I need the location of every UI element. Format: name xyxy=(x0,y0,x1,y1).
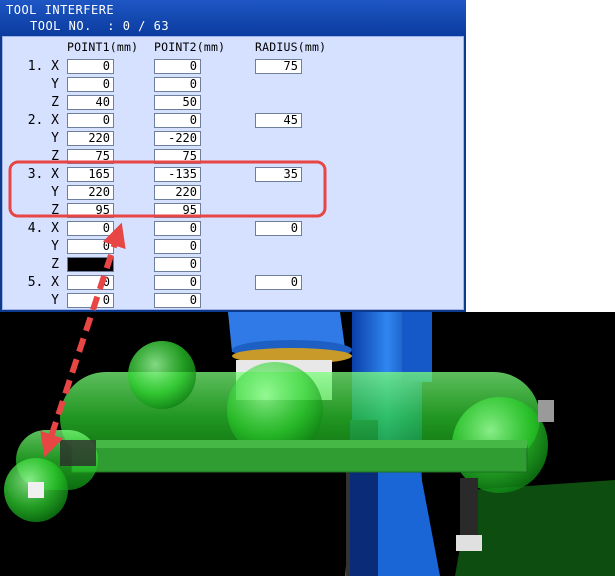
row-label: 5. X xyxy=(27,275,59,290)
robot-3d-view[interactable] xyxy=(0,312,615,576)
tool-number-label: TOOL NO. : 0 / 63 xyxy=(30,19,170,33)
row-label: Z xyxy=(51,149,59,164)
row-label: Z xyxy=(51,95,59,110)
gripper-leg xyxy=(460,478,478,538)
gripper-tip xyxy=(456,535,482,551)
point2-x-field[interactable]: -135 xyxy=(154,167,201,182)
point2-y-field[interactable]: 0 xyxy=(154,293,201,308)
row-label: 1. X xyxy=(27,59,59,74)
point1-x-field[interactable]: 0 xyxy=(67,113,114,128)
radius-field[interactable]: 0 xyxy=(255,275,302,290)
title-bar: TOOL INTERFERE TOOL NO. : 0 / 63 xyxy=(0,0,466,36)
point2-z-field[interactable]: 0 xyxy=(154,257,201,272)
row-label: Y xyxy=(51,239,59,254)
point1-y-field[interactable]: 220 xyxy=(67,131,114,146)
radius-field[interactable]: 35 xyxy=(255,167,302,182)
point1-x-field[interactable]: 0 xyxy=(67,275,114,290)
point2-x-field[interactable]: 0 xyxy=(154,59,201,74)
tool-interfere-window: TOOL INTERFERE TOOL NO. : 0 / 63 POINT1(… xyxy=(0,0,466,312)
row-label: Z xyxy=(51,257,59,272)
point1-z-field[interactable]: 40 xyxy=(67,95,114,110)
row-label: Y xyxy=(51,293,59,308)
column-header-radius: RADIUS(mm) xyxy=(255,40,327,54)
radius-field[interactable]: 45 xyxy=(255,113,302,128)
point2-y-field[interactable]: 0 xyxy=(154,239,201,254)
floor-plane xyxy=(455,480,615,576)
point1-y-field[interactable]: 0 xyxy=(67,77,114,92)
column-header-point2: POINT2(mm) xyxy=(154,40,226,54)
end-point-marker xyxy=(28,482,44,498)
row-label: 2. X xyxy=(27,113,59,128)
robot-scene xyxy=(4,312,615,576)
radius-field[interactable]: 75 xyxy=(255,59,302,74)
robot-motor xyxy=(402,312,432,382)
point1-x-field[interactable]: 0 xyxy=(67,59,114,74)
point1-z-field[interactable]: 75 xyxy=(67,149,114,164)
row-label: 4. X xyxy=(27,221,59,236)
point2-y-field[interactable]: -220 xyxy=(154,131,201,146)
radius-field[interactable]: 0 xyxy=(255,221,302,236)
point2-x-field[interactable]: 0 xyxy=(154,221,201,236)
row-label: Y xyxy=(51,185,59,200)
point1-y-field[interactable]: 0 xyxy=(67,293,114,308)
window-title: TOOL INTERFERE xyxy=(6,3,115,17)
point1-y-field[interactable]: 0 xyxy=(67,239,114,254)
point2-x-field[interactable]: 0 xyxy=(154,275,201,290)
gripper-post xyxy=(538,400,554,422)
interference-sphere xyxy=(128,341,196,409)
tool-bar xyxy=(71,445,528,473)
end-arm xyxy=(60,440,96,466)
point2-y-field[interactable]: 0 xyxy=(154,77,201,92)
row-label: 3. X xyxy=(27,167,59,182)
point2-y-field[interactable]: 220 xyxy=(154,185,201,200)
column-header-point1: POINT1(mm) xyxy=(67,40,139,54)
tool-cable xyxy=(346,470,350,576)
point1-x-field[interactable]: 165 xyxy=(67,167,114,182)
point1-z-field[interactable]: 95 xyxy=(67,203,114,218)
point1-y-field[interactable]: 220 xyxy=(67,185,114,200)
point1-z-field-selected[interactable]: 0 xyxy=(67,257,114,272)
point2-x-field[interactable]: 0 xyxy=(154,113,201,128)
point1-x-field[interactable]: 0 xyxy=(67,221,114,236)
tool-bar-top xyxy=(72,440,527,448)
row-label: Z xyxy=(51,203,59,218)
interference-table: POINT1(mm) POINT2(mm) RADIUS(mm) 1. X 0 … xyxy=(2,36,464,310)
row-label: Y xyxy=(51,131,59,146)
point2-z-field[interactable]: 95 xyxy=(154,203,201,218)
point2-z-field[interactable]: 75 xyxy=(154,149,201,164)
row-label: Y xyxy=(51,77,59,92)
point2-z-field[interactable]: 50 xyxy=(154,95,201,110)
